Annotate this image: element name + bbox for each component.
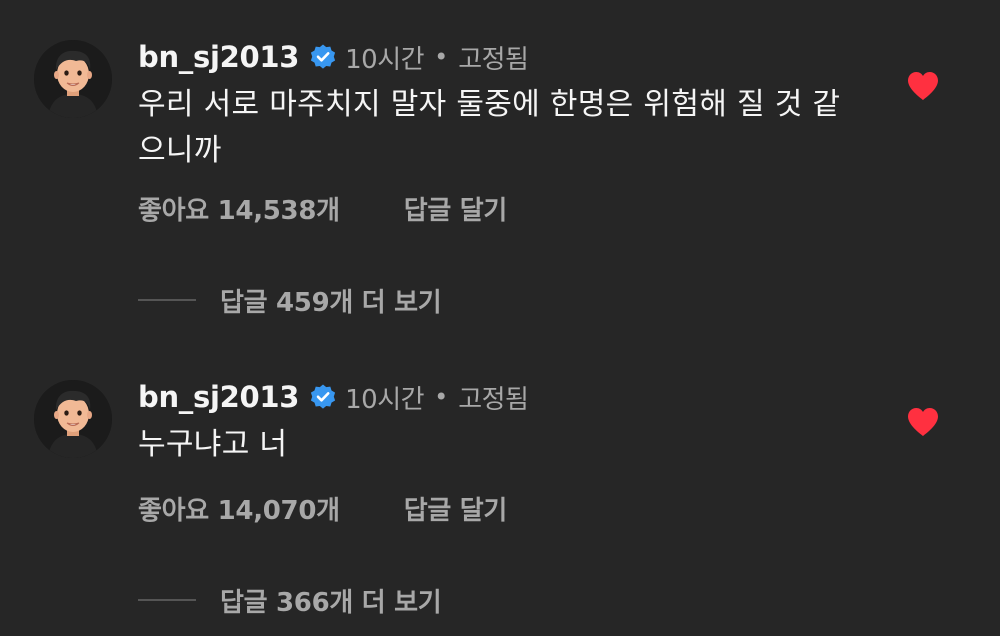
comment-actions: 좋아요 14,538개 답글 달기 — [138, 186, 507, 230]
likes-count[interactable]: 좋아요 14,538개 — [138, 190, 340, 227]
meta-separator: • — [434, 43, 449, 71]
comment-header: bn_sj2013 10시간 • 고정됨 — [138, 34, 529, 80]
pinned-label: 고정됨 — [458, 384, 529, 415]
verified-badge-icon — [309, 43, 337, 71]
memoji-avatar-icon — [34, 380, 112, 458]
meta-separator: • — [434, 383, 449, 411]
view-replies-label: 답글 366개 더 보기 — [220, 587, 442, 618]
comment-text: 우리 서로 마주치지 말자 둘중에 한명은 위험해 질 것 같으니까 — [138, 87, 841, 168]
avatar[interactable] — [34, 40, 112, 118]
verified-badge-icon — [309, 383, 337, 411]
avatar[interactable] — [34, 380, 112, 458]
view-replies-button[interactable]: 답글 459개 더 보기 — [138, 278, 442, 322]
replies-divider — [138, 299, 196, 301]
pinned-label: 고정됨 — [458, 44, 529, 75]
comment-time: 10시간 — [345, 384, 425, 415]
comment-time: 10시간 — [345, 44, 425, 75]
comment-text: 누구냐고 너 — [138, 427, 288, 462]
comment-header: bn_sj2013 10시간 • 고정됨 — [138, 374, 529, 420]
memoji-avatar-icon — [34, 40, 112, 118]
view-replies-label: 답글 459개 더 보기 — [220, 287, 442, 318]
heart-filled-icon[interactable] — [906, 70, 940, 102]
username[interactable]: bn_sj2013 — [138, 380, 299, 414]
view-replies-button[interactable]: 답글 366개 더 보기 — [138, 578, 442, 622]
comment-actions: 좋아요 14,070개 답글 달기 — [138, 486, 507, 530]
username[interactable]: bn_sj2013 — [138, 40, 299, 74]
likes-count[interactable]: 좋아요 14,070개 — [138, 490, 340, 527]
reply-button[interactable]: 답글 달기 — [404, 490, 508, 527]
heart-filled-icon[interactable] — [906, 406, 940, 438]
replies-divider — [138, 599, 196, 601]
reply-button[interactable]: 답글 달기 — [404, 190, 508, 227]
